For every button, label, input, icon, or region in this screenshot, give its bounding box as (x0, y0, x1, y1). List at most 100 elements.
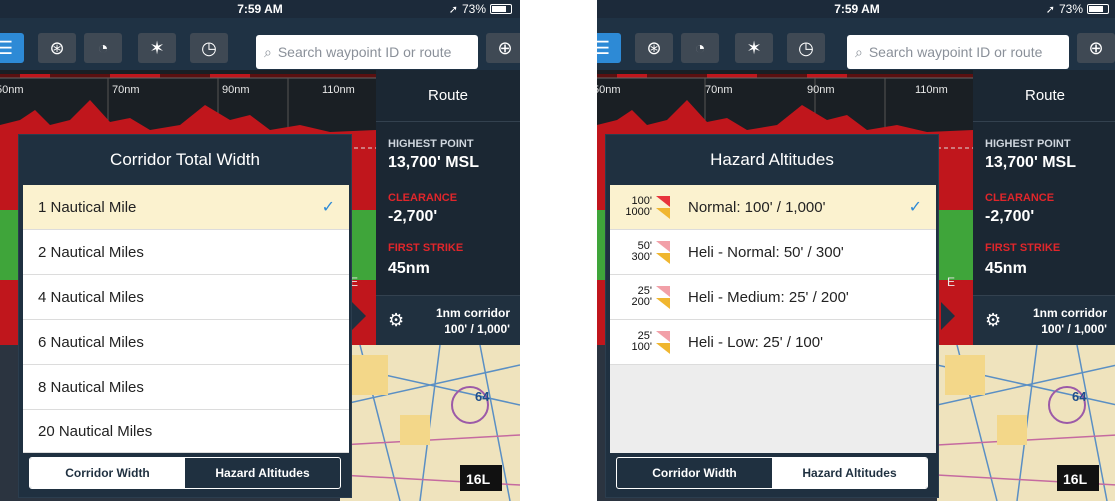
clearance-value: -2,700' (388, 208, 438, 225)
clearance-value: -2,700' (985, 208, 1035, 225)
altitude-bottom: 100' (631, 341, 652, 353)
globe-icon[interactable]: ⊛ (38, 33, 76, 63)
option-label: 8 Nautical Miles (38, 378, 144, 396)
tab-hazard-altitudes[interactable]: Hazard Altitudes (185, 458, 340, 488)
toolbar: ☰ ⊛ ◔ ✶ ◷ ⌕ Search waypoint ID or route … (0, 18, 520, 70)
option-row[interactable]: 8 Nautical Miles (23, 365, 349, 410)
option-row[interactable]: 25' 100' Heli - Low: 25' / 100' (610, 320, 936, 365)
battery-percent: 73% (1058, 2, 1083, 16)
highest-point-label: HIGHEST POINT (388, 138, 474, 150)
search-placeholder: Search waypoint ID or route (868, 44, 1043, 60)
option-row[interactable]: 100' 1000' Normal: 100' / 1,000' ✓ (610, 185, 936, 230)
corridor-settings-bar[interactable]: ⚙ 1nm corridor 100' / 1,000' (973, 295, 1115, 345)
first-strike-label: FIRST STRIKE (985, 242, 1061, 254)
battery-icon (1087, 4, 1109, 14)
clearance-label: CLEARANCE (985, 192, 1055, 204)
crosshair-icon[interactable]: ⊕ (486, 33, 520, 63)
corridor-width-value: 1nm corridor (1032, 306, 1107, 320)
option-row[interactable]: 2 Nautical Miles (23, 230, 349, 275)
option-row[interactable]: 4 Nautical Miles (23, 275, 349, 320)
option-label: 1 Nautical Mile (38, 198, 137, 216)
segmented-control: Corridor Width Hazard Altitudes (29, 457, 341, 489)
popover-arrow (352, 302, 366, 330)
altitude-bottom: 1000' (625, 206, 652, 218)
clearance-label: CLEARANCE (388, 192, 458, 204)
route-header[interactable]: Route (973, 70, 1115, 122)
search-placeholder: Search waypoint ID or route (277, 44, 452, 60)
gauge-icon[interactable]: ◔ (681, 33, 719, 63)
status-battery: ➚ 73% (449, 2, 512, 16)
tab-corridor-width[interactable]: Corridor Width (617, 458, 772, 488)
altitude-bottom: 300' (631, 251, 652, 263)
corridor-hazard-value: 100' / 1,000' (1041, 322, 1107, 336)
stars-icon[interactable]: ✶ (735, 33, 773, 63)
search-icon: ⌕ (855, 43, 863, 60)
option-label: Heli - Medium: 25' / 200' (688, 288, 849, 306)
clock-icon[interactable]: ◷ (190, 33, 228, 63)
location-arrow-icon: ➚ (1045, 3, 1055, 16)
map-graphic (340, 345, 520, 501)
tab-hazard-altitudes[interactable]: Hazard Altitudes (772, 458, 927, 488)
battery-icon (490, 4, 512, 14)
tick-label: 70nm (112, 84, 140, 96)
hazard-altitudes-popover: Hazard Altitudes 100' 1000' Normal: 100' … (605, 134, 939, 498)
option-row[interactable]: 20 Nautical Miles (23, 410, 349, 453)
corridor-hazard-value: 100' / 1,000' (444, 322, 510, 336)
option-row[interactable]: 6 Nautical Miles (23, 320, 349, 365)
gear-icon[interactable]: ⚙ (388, 310, 404, 331)
status-battery: ➚ 73% (1046, 2, 1109, 16)
option-label: Heli - Normal: 50' / 300' (688, 243, 844, 261)
option-label: Normal: 100' / 1,000' (688, 198, 826, 216)
menu-icon[interactable]: ☰ (0, 33, 24, 63)
globe-icon[interactable]: ⊛ (635, 33, 673, 63)
altitude-pair: 25' 100' (616, 331, 652, 353)
corridor-settings-bar[interactable]: ⚙ 1nm corridor 100' / 1,000' (376, 295, 520, 345)
option-row[interactable]: 1 Nautical Mile ✓ (23, 185, 349, 230)
toolbar: ☰ ⊛ ◔ ✶ ◷ ⌕ Search waypoint ID or route … (597, 18, 1115, 70)
option-row[interactable]: 25' 200' Heli - Medium: 25' / 200' (610, 275, 936, 320)
search-input[interactable]: ⌕ Search waypoint ID or route (256, 35, 478, 69)
menu-icon[interactable]: ☰ (597, 33, 621, 63)
segmented-control: Corridor Width Hazard Altitudes (616, 457, 928, 489)
sectional-map[interactable]: 64 16L (340, 345, 520, 501)
corridor-width-popover: Corridor Total Width 1 Nautical Mile ✓ 2… (18, 134, 352, 498)
edge-letter: E (947, 275, 956, 289)
option-row[interactable]: 50' 300' Heli - Normal: 50' / 300' (610, 230, 936, 275)
search-input[interactable]: ⌕ Search waypoint ID or route (847, 35, 1069, 69)
stars-icon[interactable]: ✶ (138, 33, 176, 63)
tick-label: 90nm (222, 84, 250, 96)
clock-icon[interactable]: ◷ (787, 33, 825, 63)
gauge-icon[interactable]: ◔ (84, 33, 122, 63)
option-label: 20 Nautical Miles (38, 422, 153, 440)
tick-label: 110nm (915, 84, 948, 96)
runway-label: 16L (466, 471, 491, 487)
popover-arrow (941, 302, 955, 330)
hazard-flag-icon (656, 286, 670, 309)
status-time: 7:59 AM (834, 2, 880, 16)
first-strike-value: 45nm (388, 260, 430, 277)
first-strike-label: FIRST STRIKE (388, 242, 464, 254)
ipad-screen-left: 7:59 AM ➚ 73% ☰ ⊛ ◔ ✶ ◷ ⌕ Search waypoin… (0, 0, 520, 501)
route-header[interactable]: Route (376, 70, 520, 122)
sectional-map[interactable]: 64 16L (937, 345, 1115, 501)
gear-icon[interactable]: ⚙ (985, 310, 1001, 331)
airport-label: 64 (475, 389, 490, 404)
option-list: 100' 1000' Normal: 100' / 1,000' ✓ 50' 300… (610, 185, 936, 453)
tab-corridor-width[interactable]: Corridor Width (30, 458, 185, 488)
map-graphic (937, 345, 1115, 501)
tick-label: 50nm (597, 84, 621, 96)
corridor-width-value: 1nm corridor (435, 306, 510, 320)
runway-label: 16L (1063, 471, 1088, 487)
option-label: 2 Nautical Miles (38, 243, 144, 261)
option-label: 6 Nautical Miles (38, 333, 144, 351)
location-arrow-icon: ➚ (448, 3, 458, 16)
altitude-bottom: 200' (631, 296, 652, 308)
ipad-screen-right: 7:59 AM ➚ 73% ☰ ⊛ ◔ ✶ ◷ ⌕ Search waypoin… (597, 0, 1115, 501)
option-label: 4 Nautical Miles (38, 288, 144, 306)
hazard-flag-icon (656, 331, 670, 354)
highest-point-value: 13,700' MSL (985, 154, 1076, 171)
status-time: 7:59 AM (237, 2, 283, 16)
crosshair-icon[interactable]: ⊕ (1077, 33, 1115, 63)
checkmark-icon: ✓ (908, 199, 922, 216)
status-bar: 7:59 AM ➚ 73% (597, 0, 1115, 18)
